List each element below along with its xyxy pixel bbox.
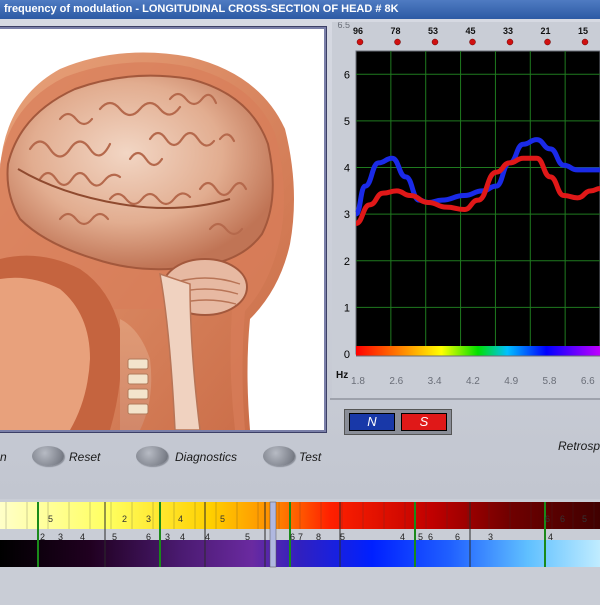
top-marker-label: 33 — [503, 26, 513, 36]
spectrum-lower-label: 5 — [245, 532, 250, 542]
spectrum-upper-label: 6 — [560, 514, 565, 524]
top-marker-label: 45 — [465, 26, 475, 36]
marker-dot[interactable] — [506, 38, 514, 46]
window-title: frequency of modulation - LONGITUDINAL C… — [0, 0, 600, 19]
x-tick-label: 4.2 — [466, 376, 480, 387]
marker-dot[interactable] — [356, 38, 364, 46]
y-tick-label: 2 — [344, 256, 350, 268]
brain-cross-section-image — [0, 52, 294, 430]
spectrum-lower-label: 4 — [205, 532, 210, 542]
marker-dot[interactable] — [431, 38, 439, 46]
spectrum-upper-label: 6 — [545, 514, 550, 524]
top-marker-label: 21 — [540, 26, 550, 36]
retrospective-label: Retrosp — [558, 439, 600, 453]
spectrum-upper-label: 4 — [178, 514, 183, 524]
top-marker-label: 96 — [353, 26, 363, 36]
spectrum-slider-thumb[interactable] — [269, 501, 277, 568]
x-tick-label: 5.8 — [543, 376, 557, 387]
frequency-chart-svg: 01234566.596 78 53 45 33 21 15Hz1.8 2.6 3.4 4.2 4.… — [332, 20, 600, 400]
spectrum-lower-label: 5 — [340, 532, 345, 542]
y-tick-label: 0 — [344, 349, 350, 361]
top-marker-label: 53 — [428, 26, 438, 36]
reset-button[interactable]: Reset — [69, 450, 100, 464]
spectrum-lower-label: 6 — [290, 532, 295, 542]
x-tick-label: 1.8 — [351, 376, 365, 387]
x-axis-unit: Hz — [336, 370, 348, 381]
spectrum-upper-label: 3 — [146, 514, 151, 524]
marker-dot[interactable] — [394, 38, 401, 46]
y-tick-label: 1 — [344, 302, 350, 314]
spectrum-upper-label: 5 — [220, 514, 225, 524]
spectrum-lower-label: 4 — [400, 532, 405, 542]
partial-button-label[interactable]: n — [0, 450, 7, 464]
test-round-icon[interactable] — [263, 446, 295, 466]
panel-divider — [330, 398, 600, 400]
spectrum-lower-label: 3 — [165, 532, 170, 542]
button-row: n Reset Diagnostics Test — [0, 440, 600, 480]
spectrum-cool-band — [0, 540, 600, 567]
spectrum-lower-label: 8 — [316, 532, 321, 542]
top-marker-label: 78 — [390, 26, 400, 36]
spectrum-upper-label: 5 — [582, 514, 587, 524]
y-tick-label: 6 — [344, 69, 350, 81]
spectrum-lower-label: 4 — [80, 532, 85, 542]
marker-dot[interactable] — [581, 38, 589, 46]
x-tick-label: 2.6 — [389, 376, 403, 387]
color-scale-bar — [356, 346, 600, 356]
n-button[interactable]: N — [349, 413, 395, 431]
diagnostics-round-icon[interactable] — [136, 446, 168, 466]
spectrum-lower-label: 4 — [548, 532, 553, 542]
spectrum-lower-label: 2 — [40, 532, 45, 542]
y-tick-label: 3 — [344, 209, 350, 221]
y-tick-label: 5 — [344, 116, 350, 128]
x-tick-label: 4.9 — [504, 376, 518, 387]
spectrum-upper-label: 5 — [48, 514, 53, 524]
test-button[interactable]: Test — [299, 450, 321, 464]
marker-dot[interactable] — [469, 38, 476, 46]
frequency-chart: 0 1 2 3 4 5 6 6.5 96 78 53 45 33 21 15 Hz 1.8 2.6 3.4 4.2 4.… — [332, 20, 600, 400]
x-tick-label: 3.4 — [428, 376, 442, 387]
spectrum-lower-label: 5 — [112, 532, 117, 542]
spectrum-lower-label: 4 — [180, 532, 185, 542]
reset-round-icon[interactable] — [32, 446, 64, 466]
brain-image-frame — [0, 27, 326, 432]
spectrum-lower-label: 3 — [488, 532, 493, 542]
spectrum-lower-label: 3 — [58, 532, 63, 542]
spectrum-lower-label: 6 — [146, 532, 151, 542]
y-tick-label: 6.5 — [337, 22, 350, 30]
spectrum-lower-label: 6 — [428, 532, 433, 542]
spectrum-lower-label: 6 — [455, 532, 460, 542]
frequency-spectrum: 523456652345634456785456634 — [0, 499, 600, 600]
diagnostics-button[interactable]: Diagnostics — [175, 450, 237, 464]
spectrum-lower-label: 7 — [298, 532, 303, 542]
y-tick-label: 4 — [344, 163, 350, 175]
spectrum-lower-label: 5 — [418, 532, 423, 542]
spectrum-bars: 5 2 3 4 5 6 6 52 3 4 5 6 3 4 4 5 6 7 8 5 4 5 6 6 3 4 — [0, 501, 600, 568]
s-button[interactable]: S — [401, 413, 447, 431]
marker-dot[interactable] — [544, 38, 551, 46]
top-marker-label: 15 — [578, 26, 588, 36]
x-tick-label: 6.6 — [581, 376, 595, 387]
spectrum-upper-label: 2 — [122, 514, 127, 524]
polarity-toggle[interactable]: N S — [344, 409, 452, 435]
